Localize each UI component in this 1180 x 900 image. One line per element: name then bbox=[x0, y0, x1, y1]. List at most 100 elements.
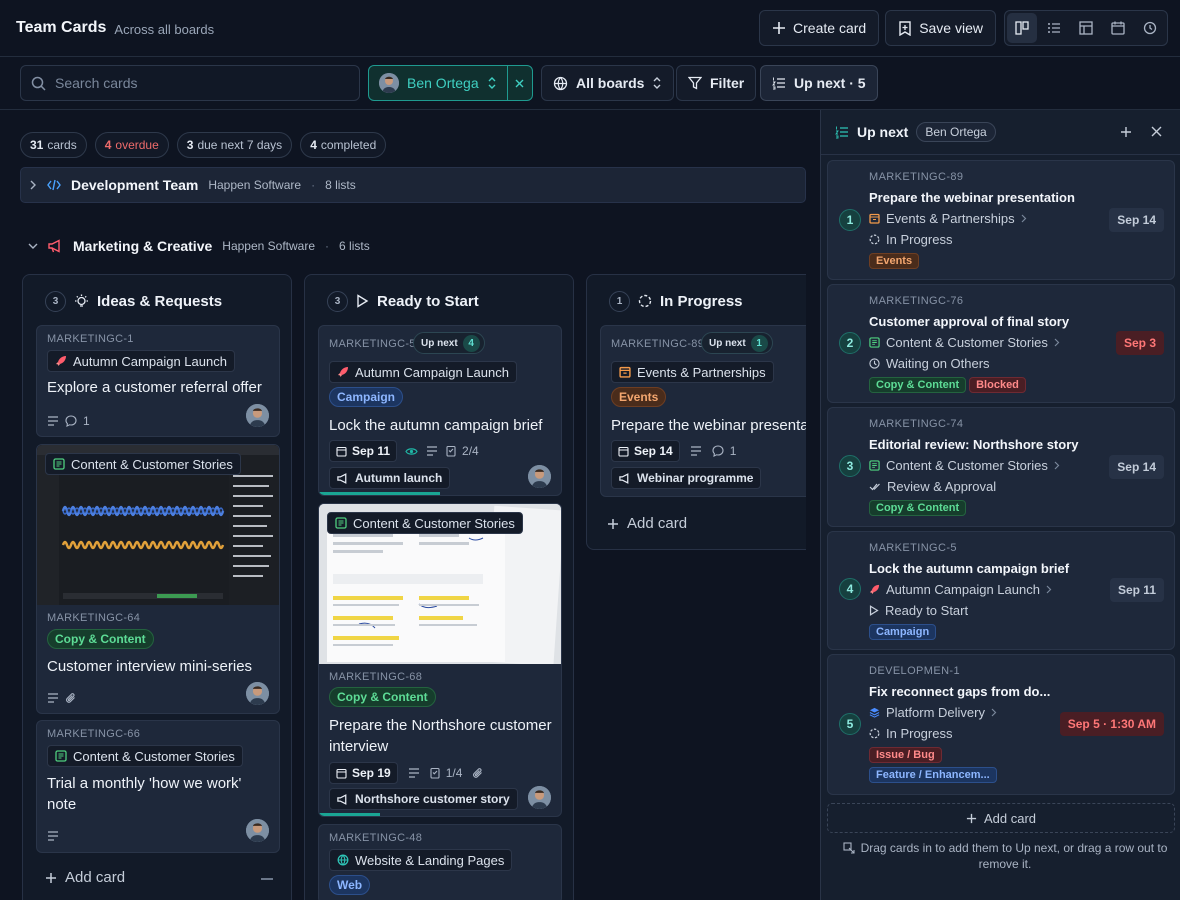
card-cover-image: Content & Customer Stories bbox=[319, 504, 561, 664]
list-view-icon[interactable] bbox=[1039, 13, 1069, 43]
avatar bbox=[528, 465, 551, 488]
up-next-panel: Up next Ben Ortega 1 MARKETINGC-89 Prepa… bbox=[820, 110, 1180, 900]
megaphone-icon bbox=[337, 793, 349, 805]
chevron-right-icon bbox=[29, 180, 37, 190]
label-tag: Campaign bbox=[869, 624, 937, 640]
card-marketingc-66[interactable]: MARKETINGC-66 Content & Customer Stories… bbox=[36, 720, 280, 853]
due-date: Sep 11 bbox=[329, 440, 398, 462]
due-date: Sep 19 bbox=[329, 762, 398, 784]
board-name: Marketing & Creative bbox=[73, 238, 213, 254]
search-box bbox=[20, 65, 360, 101]
stat-overdue[interactable]: 4 overdue bbox=[94, 132, 169, 158]
document-icon bbox=[53, 458, 65, 470]
calendar-icon bbox=[336, 446, 347, 457]
board-row-development[interactable]: Development Team Happen Software · 8 lis… bbox=[20, 167, 806, 203]
card-board-tag: Autumn Campaign Launch bbox=[47, 350, 235, 372]
column-count: 3 bbox=[327, 290, 348, 312]
calendar-view-icon[interactable] bbox=[1103, 13, 1133, 43]
attachment-icon bbox=[65, 692, 77, 704]
calendar-icon bbox=[619, 366, 631, 378]
in-progress-icon bbox=[869, 234, 880, 245]
clear-user-filter-button[interactable] bbox=[506, 66, 532, 100]
attachment-icon bbox=[472, 767, 484, 779]
card-marketingc-64[interactable]: Content & Customer Stories MARKETINGC-64… bbox=[36, 444, 280, 714]
card-meta: Sep 11 2/4 bbox=[329, 440, 479, 462]
card-label-pill: Web bbox=[329, 875, 371, 895]
stat-due-soon[interactable]: 3 due next 7 days bbox=[176, 132, 293, 158]
up-next-item[interactable]: 5 DEVELOPMEN-1 Fix reconnect gaps from d… bbox=[827, 654, 1175, 795]
add-card-button[interactable]: Add card bbox=[45, 869, 125, 886]
milestone-tag: Northshore customer story bbox=[329, 788, 518, 810]
plus-icon bbox=[966, 813, 977, 824]
stat-cards[interactable]: 31 cards bbox=[20, 132, 87, 158]
document-icon bbox=[335, 517, 347, 529]
card-title: Fix reconnect gaps from do... bbox=[869, 684, 1051, 699]
up-next-item[interactable]: 2 MARKETINGC-76 Customer approval of fin… bbox=[827, 284, 1175, 403]
view-switcher bbox=[1004, 10, 1168, 46]
card-key: MARKETINGC-89 bbox=[869, 171, 964, 183]
progress-bar bbox=[319, 492, 440, 495]
description-icon bbox=[690, 446, 702, 456]
save-view-button[interactable]: Save view bbox=[885, 10, 996, 46]
panel-add-card-button[interactable]: Add card bbox=[827, 803, 1175, 833]
card-label-pill: Events bbox=[611, 387, 667, 407]
board-filter-select[interactable]: All boards bbox=[541, 65, 675, 101]
card-marketingc-1[interactable]: MARKETINGC-1 Autumn Campaign Launch Expl… bbox=[36, 325, 280, 437]
user-filter-select[interactable]: Ben Ortega bbox=[369, 66, 507, 100]
card-marketingc-5[interactable]: MARKETINGC-5 Up next 4 Autumn Campaign L… bbox=[318, 325, 562, 496]
card-label-pill: Campaign bbox=[329, 387, 404, 407]
user-filter: Ben Ortega bbox=[368, 65, 533, 101]
hourglass-icon bbox=[869, 358, 880, 369]
up-next-item[interactable]: 4 MARKETINGC-5 Lock the autumn campaign … bbox=[827, 531, 1175, 650]
progress-bar bbox=[319, 813, 380, 816]
column-menu-handle[interactable] bbox=[261, 878, 273, 880]
chevron-updown-icon bbox=[652, 77, 662, 89]
create-card-button[interactable]: Create card bbox=[759, 10, 880, 46]
column-count: 3 bbox=[45, 290, 66, 312]
up-next-item[interactable]: 1 MARKETINGC-89 Prepare the webinar pres… bbox=[827, 160, 1175, 280]
milestone-tag: Autumn launch bbox=[329, 467, 451, 489]
ordered-list-icon bbox=[772, 76, 786, 90]
up-next-badge: Up next 4 bbox=[413, 332, 485, 354]
play-icon bbox=[869, 605, 879, 616]
avatar bbox=[246, 682, 269, 705]
card-marketingc-68[interactable]: Content & Customer Stories MARKETINGC-68… bbox=[318, 503, 562, 817]
plus-icon bbox=[45, 872, 57, 884]
board-row-marketing[interactable]: Marketing & Creative Happen Software · 6… bbox=[20, 228, 806, 264]
card-key: MARKETINGC-74 bbox=[869, 418, 964, 430]
panel-user-badge: Ben Ortega bbox=[916, 122, 996, 142]
add-card-button[interactable]: Add card bbox=[607, 515, 687, 532]
card-key: MARKETINGC-89 bbox=[611, 338, 705, 350]
due-date: Sep 14 bbox=[611, 440, 680, 462]
page-title: Team Cards bbox=[16, 19, 107, 36]
due-date-overdue: Sep 3 bbox=[1115, 331, 1164, 355]
up-next-rank: 1 bbox=[839, 209, 861, 231]
label-tag: Events bbox=[869, 253, 920, 269]
close-icon[interactable] bbox=[1151, 126, 1162, 137]
chevron-updown-icon bbox=[487, 77, 497, 89]
card-meta: Sep 14 1 bbox=[611, 440, 736, 462]
history-icon[interactable] bbox=[1135, 13, 1165, 43]
card-key: MARKETINGC-76 bbox=[869, 295, 964, 307]
plus-icon bbox=[607, 518, 619, 530]
up-next-toggle-button[interactable]: Up next · 5 bbox=[760, 65, 878, 101]
card-title: Customer interview mini-series bbox=[47, 658, 253, 675]
card-marketingc-48[interactable]: MARKETINGC-48 Website & Landing Pages We… bbox=[318, 824, 562, 900]
card-title: Prepare the Northshore customer intervie… bbox=[329, 717, 552, 755]
up-next-item[interactable]: 3 MARKETINGC-74 Editorial review: Norths… bbox=[827, 407, 1175, 527]
board-view-icon[interactable] bbox=[1007, 13, 1037, 43]
megaphone-icon bbox=[337, 472, 349, 484]
chevron-right-icon bbox=[1054, 461, 1060, 470]
label-tag: Copy & Content bbox=[869, 500, 967, 516]
card-marketingc-89[interactable]: MARKETINGC-89 Up next 1 Events & Partner… bbox=[600, 325, 806, 497]
stat-completed[interactable]: 4 completed bbox=[300, 132, 387, 158]
drag-icon bbox=[843, 842, 855, 854]
column-title: Ideas & Requests bbox=[97, 292, 223, 310]
plus-icon[interactable] bbox=[1120, 126, 1132, 138]
card-title: Explore a customer referral offer bbox=[47, 379, 262, 396]
card-title: Customer approval of final story bbox=[869, 314, 1070, 329]
search-input[interactable] bbox=[55, 75, 335, 91]
card-label-pill: Copy & Content bbox=[329, 687, 436, 707]
table-view-icon[interactable] bbox=[1071, 13, 1101, 43]
filter-button[interactable]: Filter bbox=[676, 65, 757, 101]
